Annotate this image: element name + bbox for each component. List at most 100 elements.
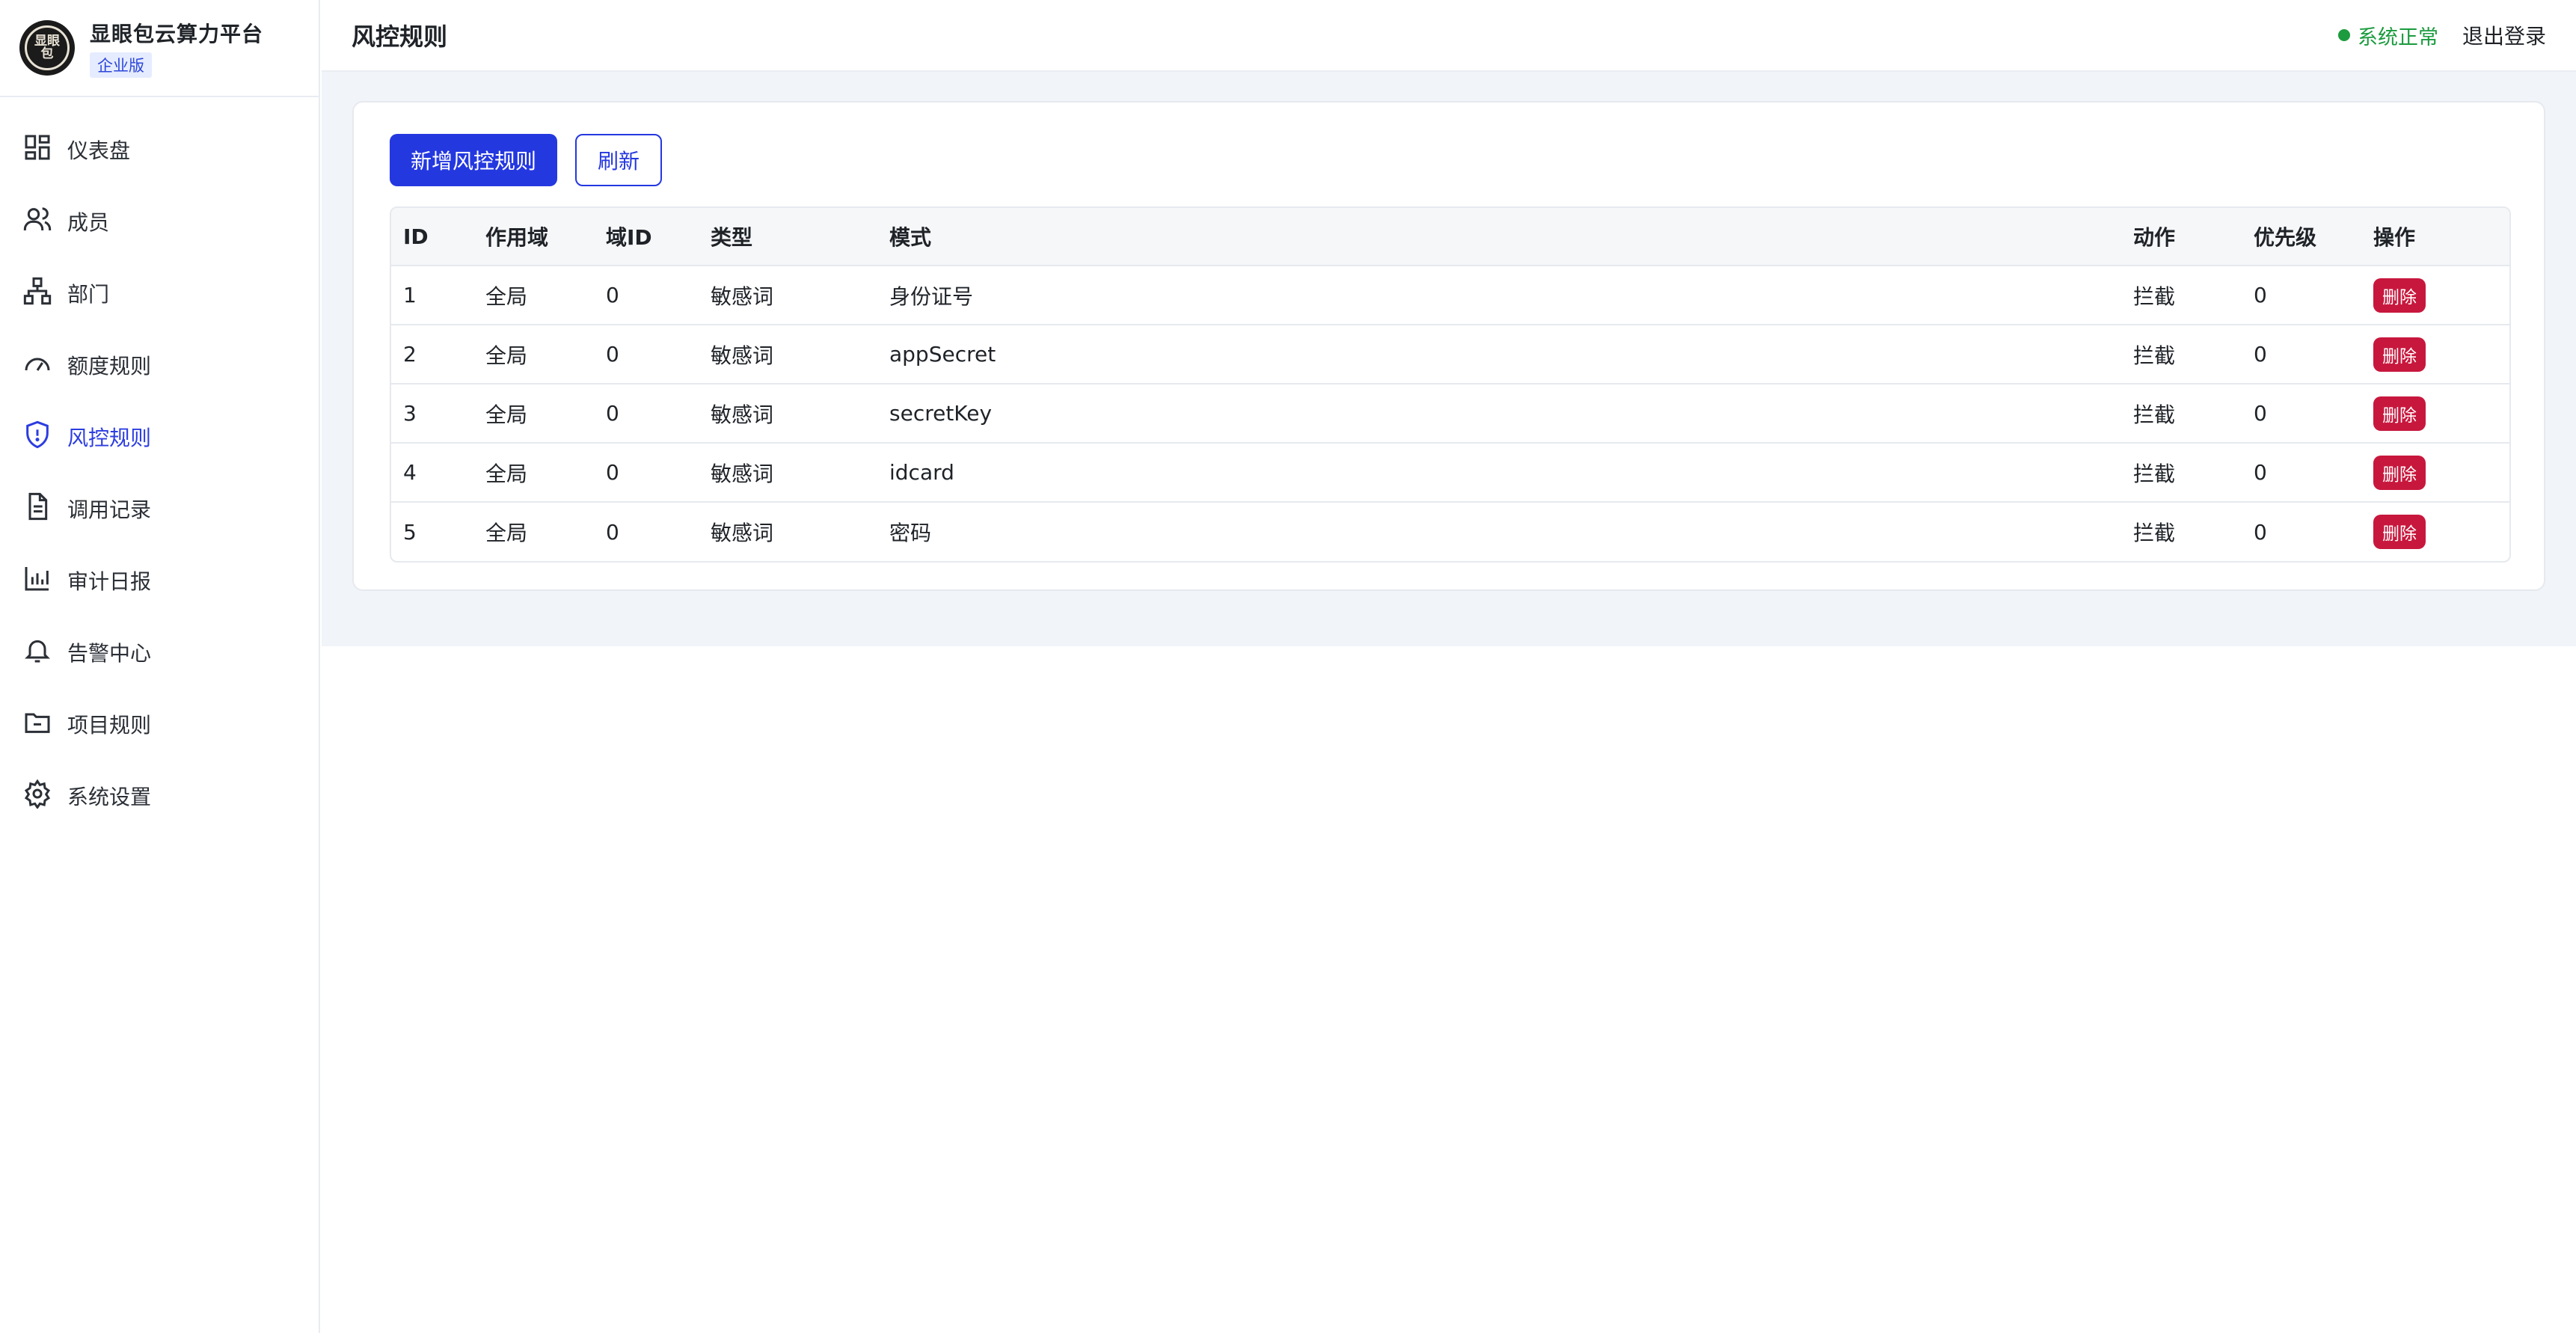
sidebar-item-label: 额度规则 [67, 354, 152, 379]
bar-chart-icon [22, 563, 52, 598]
cell-action: 拦截 [2133, 284, 2176, 309]
cell-scope: 全局 [485, 521, 528, 545]
cell-action: 拦截 [2133, 343, 2176, 368]
cell-id: 4 [403, 460, 417, 485]
cell-action: 拦截 [2133, 521, 2176, 545]
cell-operation: 删除 [2361, 325, 2509, 384]
delete-button[interactable]: 删除 [2373, 396, 2426, 431]
sidebar-item-members[interactable]: 成员 [0, 186, 319, 257]
sidebar-item-label: 审计日报 [67, 569, 152, 594]
sidebar: 显眼包 显眼包云算力平台 企业版 仪表盘 成员 部门 额度规则 风控规则 调用记… [0, 0, 320, 1333]
logout-button[interactable]: 退出登录 [2462, 20, 2546, 50]
sidebar-nav: 仪表盘 成员 部门 额度规则 风控规则 调用记录 审计日报 告警中心 项目规则 … [0, 97, 319, 832]
users-icon [22, 204, 52, 239]
cell-domain-id: 0 [606, 460, 619, 485]
cell-operation: 删除 [2361, 384, 2509, 443]
sidebar-item-project-rules[interactable]: 项目规则 [0, 688, 319, 760]
cell-action: 拦截 [2133, 402, 2176, 427]
cell-priority: 0 [2254, 401, 2267, 426]
refresh-button[interactable]: 刷新 [575, 134, 663, 186]
sidebar-item-call-logs[interactable]: 调用记录 [0, 473, 319, 545]
cell-type: 敏感词 [711, 402, 774, 427]
cell-type: 敏感词 [711, 521, 774, 545]
brand: 显眼包 显眼包云算力平台 企业版 [0, 0, 319, 97]
add-risk-rule-button[interactable]: 新增风控规则 [390, 134, 558, 186]
cell-scope: 全局 [485, 284, 528, 309]
table-row: 5 全局 0 敏感词 密码 拦截 0 删除 [391, 502, 2509, 561]
cell-pattern: appSecret [889, 342, 996, 367]
cell-type: 敏感词 [711, 343, 774, 368]
cell-domain-id: 0 [606, 401, 619, 426]
edition-badge: 企业版 [90, 52, 152, 78]
sidebar-item-label: 成员 [67, 210, 110, 235]
sidebar-item-label: 项目规则 [67, 713, 152, 738]
cell-pattern: secretKey [889, 401, 993, 426]
table-row: 3 全局 0 敏感词 secretKey 拦截 0 删除 [391, 384, 2509, 443]
sidebar-item-departments[interactable]: 部门 [0, 257, 319, 329]
table-row: 4 全局 0 敏感词 idcard 拦截 0 删除 [391, 443, 2509, 502]
cell-id: 3 [403, 401, 417, 426]
column-header-priority: 优先级 [2254, 225, 2317, 250]
brand-text: 显眼包云算力平台 企业版 [90, 18, 263, 78]
sidebar-item-audit-daily[interactable]: 审计日报 [0, 545, 319, 616]
column-header-scope: 作用域 [485, 225, 549, 250]
delete-button[interactable]: 删除 [2373, 337, 2426, 372]
folder-minus-icon [22, 707, 52, 742]
system-status: 系统正常 [2357, 25, 2438, 49]
column-header-domain-id: 域ID [606, 225, 652, 250]
cell-operation: 删除 [2361, 443, 2509, 502]
brand-name: 显眼包云算力平台 [90, 22, 264, 46]
gear-icon [22, 779, 52, 814]
cell-action: 拦截 [2133, 461, 2176, 486]
page-title: 风控规则 [352, 22, 448, 51]
sidebar-item-label: 系统设置 [67, 785, 152, 809]
bell-icon [22, 635, 52, 670]
brand-logo: 显眼包 [19, 20, 75, 76]
cell-priority: 0 [2254, 519, 2267, 545]
column-header-id: ID [403, 224, 429, 249]
delete-button[interactable]: 删除 [2373, 278, 2426, 313]
table-row: 2 全局 0 敏感词 appSecret 拦截 0 删除 [391, 325, 2509, 384]
cell-scope: 全局 [485, 461, 528, 486]
cell-priority: 0 [2254, 342, 2267, 367]
cell-pattern: 密码 [889, 521, 932, 545]
brand-logo-mark: 显眼包 [25, 25, 70, 70]
cell-id: 5 [403, 519, 417, 545]
cell-domain-id: 0 [606, 519, 619, 545]
column-header-pattern: 模式 [889, 225, 932, 250]
sidebar-item-settings[interactable]: 系统设置 [0, 760, 319, 832]
cell-operation: 删除 [2361, 266, 2509, 325]
sidebar-item-label: 告警中心 [67, 641, 152, 666]
cell-scope: 全局 [485, 402, 528, 427]
sidebar-item-alerts[interactable]: 告警中心 [0, 616, 319, 688]
sidebar-item-dashboard[interactable]: 仪表盘 [0, 114, 319, 186]
cell-domain-id: 0 [606, 283, 619, 307]
column-header-operation: 操作 [2373, 225, 2416, 250]
toolbar: 新增风控规则 刷新 [390, 134, 663, 186]
delete-button[interactable]: 删除 [2373, 515, 2426, 549]
cell-id: 2 [403, 342, 417, 367]
column-header-type: 类型 [711, 225, 753, 250]
cell-pattern: 身份证号 [889, 284, 974, 309]
cell-priority: 0 [2254, 283, 2267, 307]
gauge-icon [22, 348, 52, 383]
header-right: 系统正常 退出登录 [2337, 20, 2546, 50]
cell-pattern: idcard [889, 460, 954, 485]
dashboard-icon [22, 132, 52, 168]
delete-button[interactable]: 删除 [2373, 455, 2426, 490]
sidebar-item-risk-rules[interactable]: 风控规则 [0, 401, 319, 473]
document-icon [22, 491, 52, 527]
sidebar-item-label: 风控规则 [67, 426, 152, 450]
column-header-action: 动作 [2133, 225, 2176, 250]
sidebar-item-quota-rules[interactable]: 额度规则 [0, 329, 319, 401]
cell-type: 敏感词 [711, 461, 774, 486]
status-dot-icon [2337, 29, 2350, 41]
cell-type: 敏感词 [711, 284, 774, 309]
cell-scope: 全局 [485, 343, 528, 368]
table-row: 1 全局 0 敏感词 身份证号 拦截 0 删除 [391, 266, 2509, 325]
cell-id: 1 [403, 283, 417, 307]
org-chart-icon [22, 276, 52, 311]
cell-domain-id: 0 [606, 342, 619, 367]
shield-alert-icon [22, 420, 52, 455]
rules-card: 新增风控规则 刷新 ID 作用域 域ID 类型 模式 动作 优先级 操作 1 全… [352, 101, 2545, 591]
